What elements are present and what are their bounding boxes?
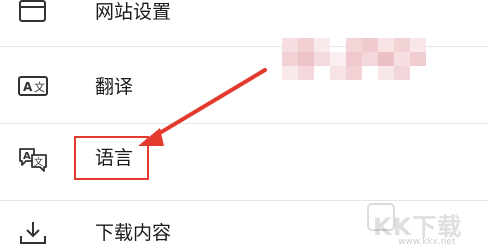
watermark-url: www.kkx.net (398, 237, 456, 247)
highlight-box (74, 136, 149, 180)
